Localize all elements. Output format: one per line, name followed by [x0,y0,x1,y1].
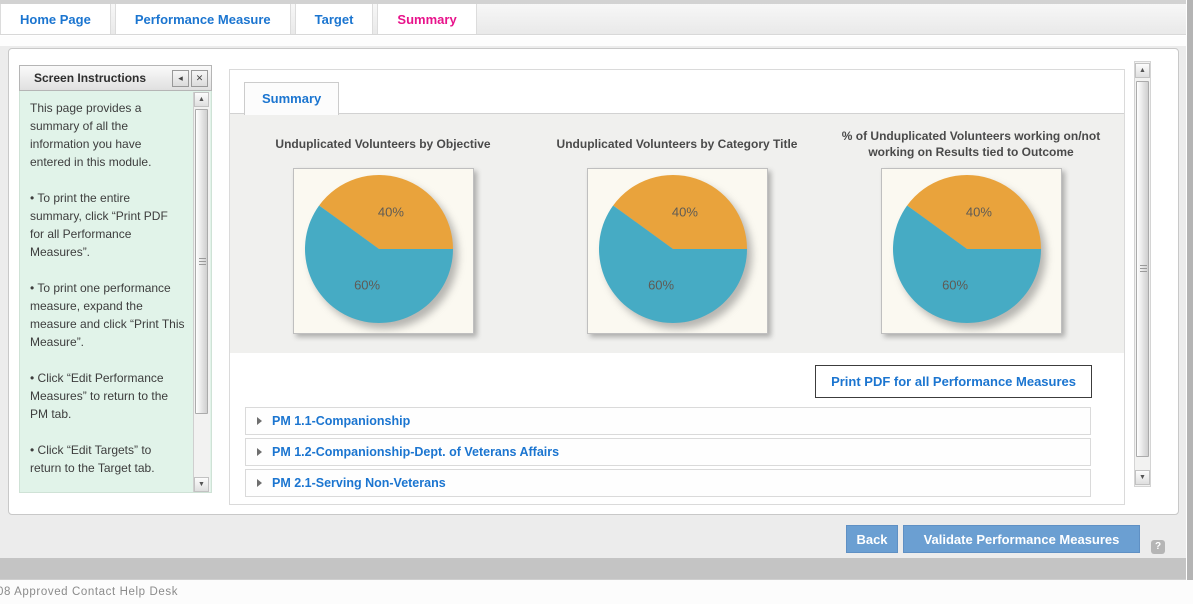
tab-home-page[interactable]: Home Page [0,4,111,34]
scrollbar-grip-icon [199,257,206,266]
svg-text:40%: 40% [965,204,991,219]
chart-column: Unduplicated Volunteers by Objective 40%… [236,120,530,353]
instructions-scrollbar-thumb[interactable] [195,109,208,414]
measure-label: PM 1.1-Companionship [272,414,411,428]
svg-text:60%: 60% [354,278,380,293]
content-scrollbar-thumb[interactable] [1136,81,1149,457]
pie-chart-outcome: 40% 60% [880,168,1062,334]
screen-instructions-title: Screen Instructions [34,71,147,85]
instruction-paragraph: • To print one performance measure, expa… [30,281,185,349]
content-panel: Screen Instructions ◂ ✕ This page provid… [8,48,1179,515]
svg-text:60%: 60% [648,278,674,293]
collapse-panel-button[interactable]: ◂ [172,69,189,87]
back-button[interactable]: Back [846,525,898,553]
svg-text:40%: 40% [671,204,697,219]
print-pdf-button[interactable]: Print PDF for all Performance Measures [815,365,1092,398]
tabbar-spacer [0,36,1193,46]
pie-chart-category: 40% 60% [586,168,768,334]
application-window: Home Page Performance Measure Target Sum… [0,0,1193,604]
instruction-paragraph: • To print the entire summary, click “Pr… [30,191,168,259]
chart-title-outcome: % of Unduplicated Volunteers working on/… [841,129,1101,159]
chart-title-category: Unduplicated Volunteers by Category Titl… [556,137,798,151]
expand-arrow-icon [257,479,262,487]
measure-row-pm-1-2[interactable]: PM 1.2-Companionship-Dept. of Veterans A… [245,438,1091,466]
measure-label: PM 1.2-Companionship-Dept. of Veterans A… [272,445,560,459]
measure-row-pm-2-1[interactable]: PM 2.1-Serving Non-Veterans [245,469,1091,497]
instruction-paragraph: • Click “Edit Targets” to return to the … [30,443,155,475]
main-tab-bar: Home Page Performance Measure Target Sum… [0,4,1193,35]
print-row: Print PDF for all Performance Measures [230,353,1124,407]
scroll-down-icon[interactable]: ▼ [194,477,209,492]
instruction-paragraph: This page provides a summary of all the … [30,101,152,169]
validate-performance-measures-button[interactable]: Validate Performance Measures [903,525,1140,553]
svg-text:60%: 60% [942,278,968,293]
tab-target[interactable]: Target [294,4,374,34]
chart-title-objective: Unduplicated Volunteers by Objective [275,137,491,151]
scroll-up-icon[interactable]: ▲ [1135,63,1150,78]
screen-instructions-panel: Screen Instructions ◂ ✕ This page provid… [19,65,212,493]
summary-section: Summary Unduplicated Volunteers by Objec… [229,69,1125,505]
instructions-scrollbar[interactable]: ▲ ▼ [193,92,210,492]
tab-summary[interactable]: Summary [377,4,477,34]
expand-arrow-icon [257,448,262,456]
measure-row-pm-1-1[interactable]: PM 1.1-Companionship [245,407,1091,435]
expand-arrow-icon [257,417,262,425]
collapse-left-icon: ◂ [178,72,183,83]
footer-bar: 08 Approved Contact Help Desk [0,579,1193,604]
measures-list: PM 1.1-Companionship PM 1.2-Companionshi… [245,407,1091,497]
footer-text: 08 Approved Contact Help Desk [0,586,179,598]
scroll-down-icon[interactable]: ▼ [1135,470,1150,485]
subtab-summary[interactable]: Summary [244,82,340,115]
close-icon: ✕ [195,72,204,83]
tab-performance-measure[interactable]: Performance Measure [114,4,291,34]
scroll-up-icon[interactable]: ▲ [194,92,209,107]
scrollbar-grip-icon [1140,265,1147,273]
help-icon[interactable]: ? [1151,540,1165,554]
measure-label: PM 2.1-Serving Non-Veterans [272,476,446,490]
content-scrollbar[interactable]: ▲ ▼ [1134,61,1151,487]
chart-column: % of Unduplicated Volunteers working on/… [824,120,1118,353]
charts-region: Unduplicated Volunteers by Objective 40%… [230,114,1124,353]
close-panel-button[interactable]: ✕ [191,69,208,87]
bottom-divider-band [0,558,1193,579]
screen-instructions-body: This page provides a summary of all the … [19,91,212,493]
pie-chart-objective: 40% 60% [292,168,474,334]
chart-column: Unduplicated Volunteers by Category Titl… [530,120,824,353]
screen-instructions-header: Screen Instructions ◂ ✕ [19,65,212,91]
window-right-strip [1186,0,1193,580]
svg-text:40%: 40% [377,204,403,219]
summary-subtab-bar: Summary [230,70,1124,115]
instruction-paragraph: • Click “Edit Performance Measures” to r… [30,371,169,421]
